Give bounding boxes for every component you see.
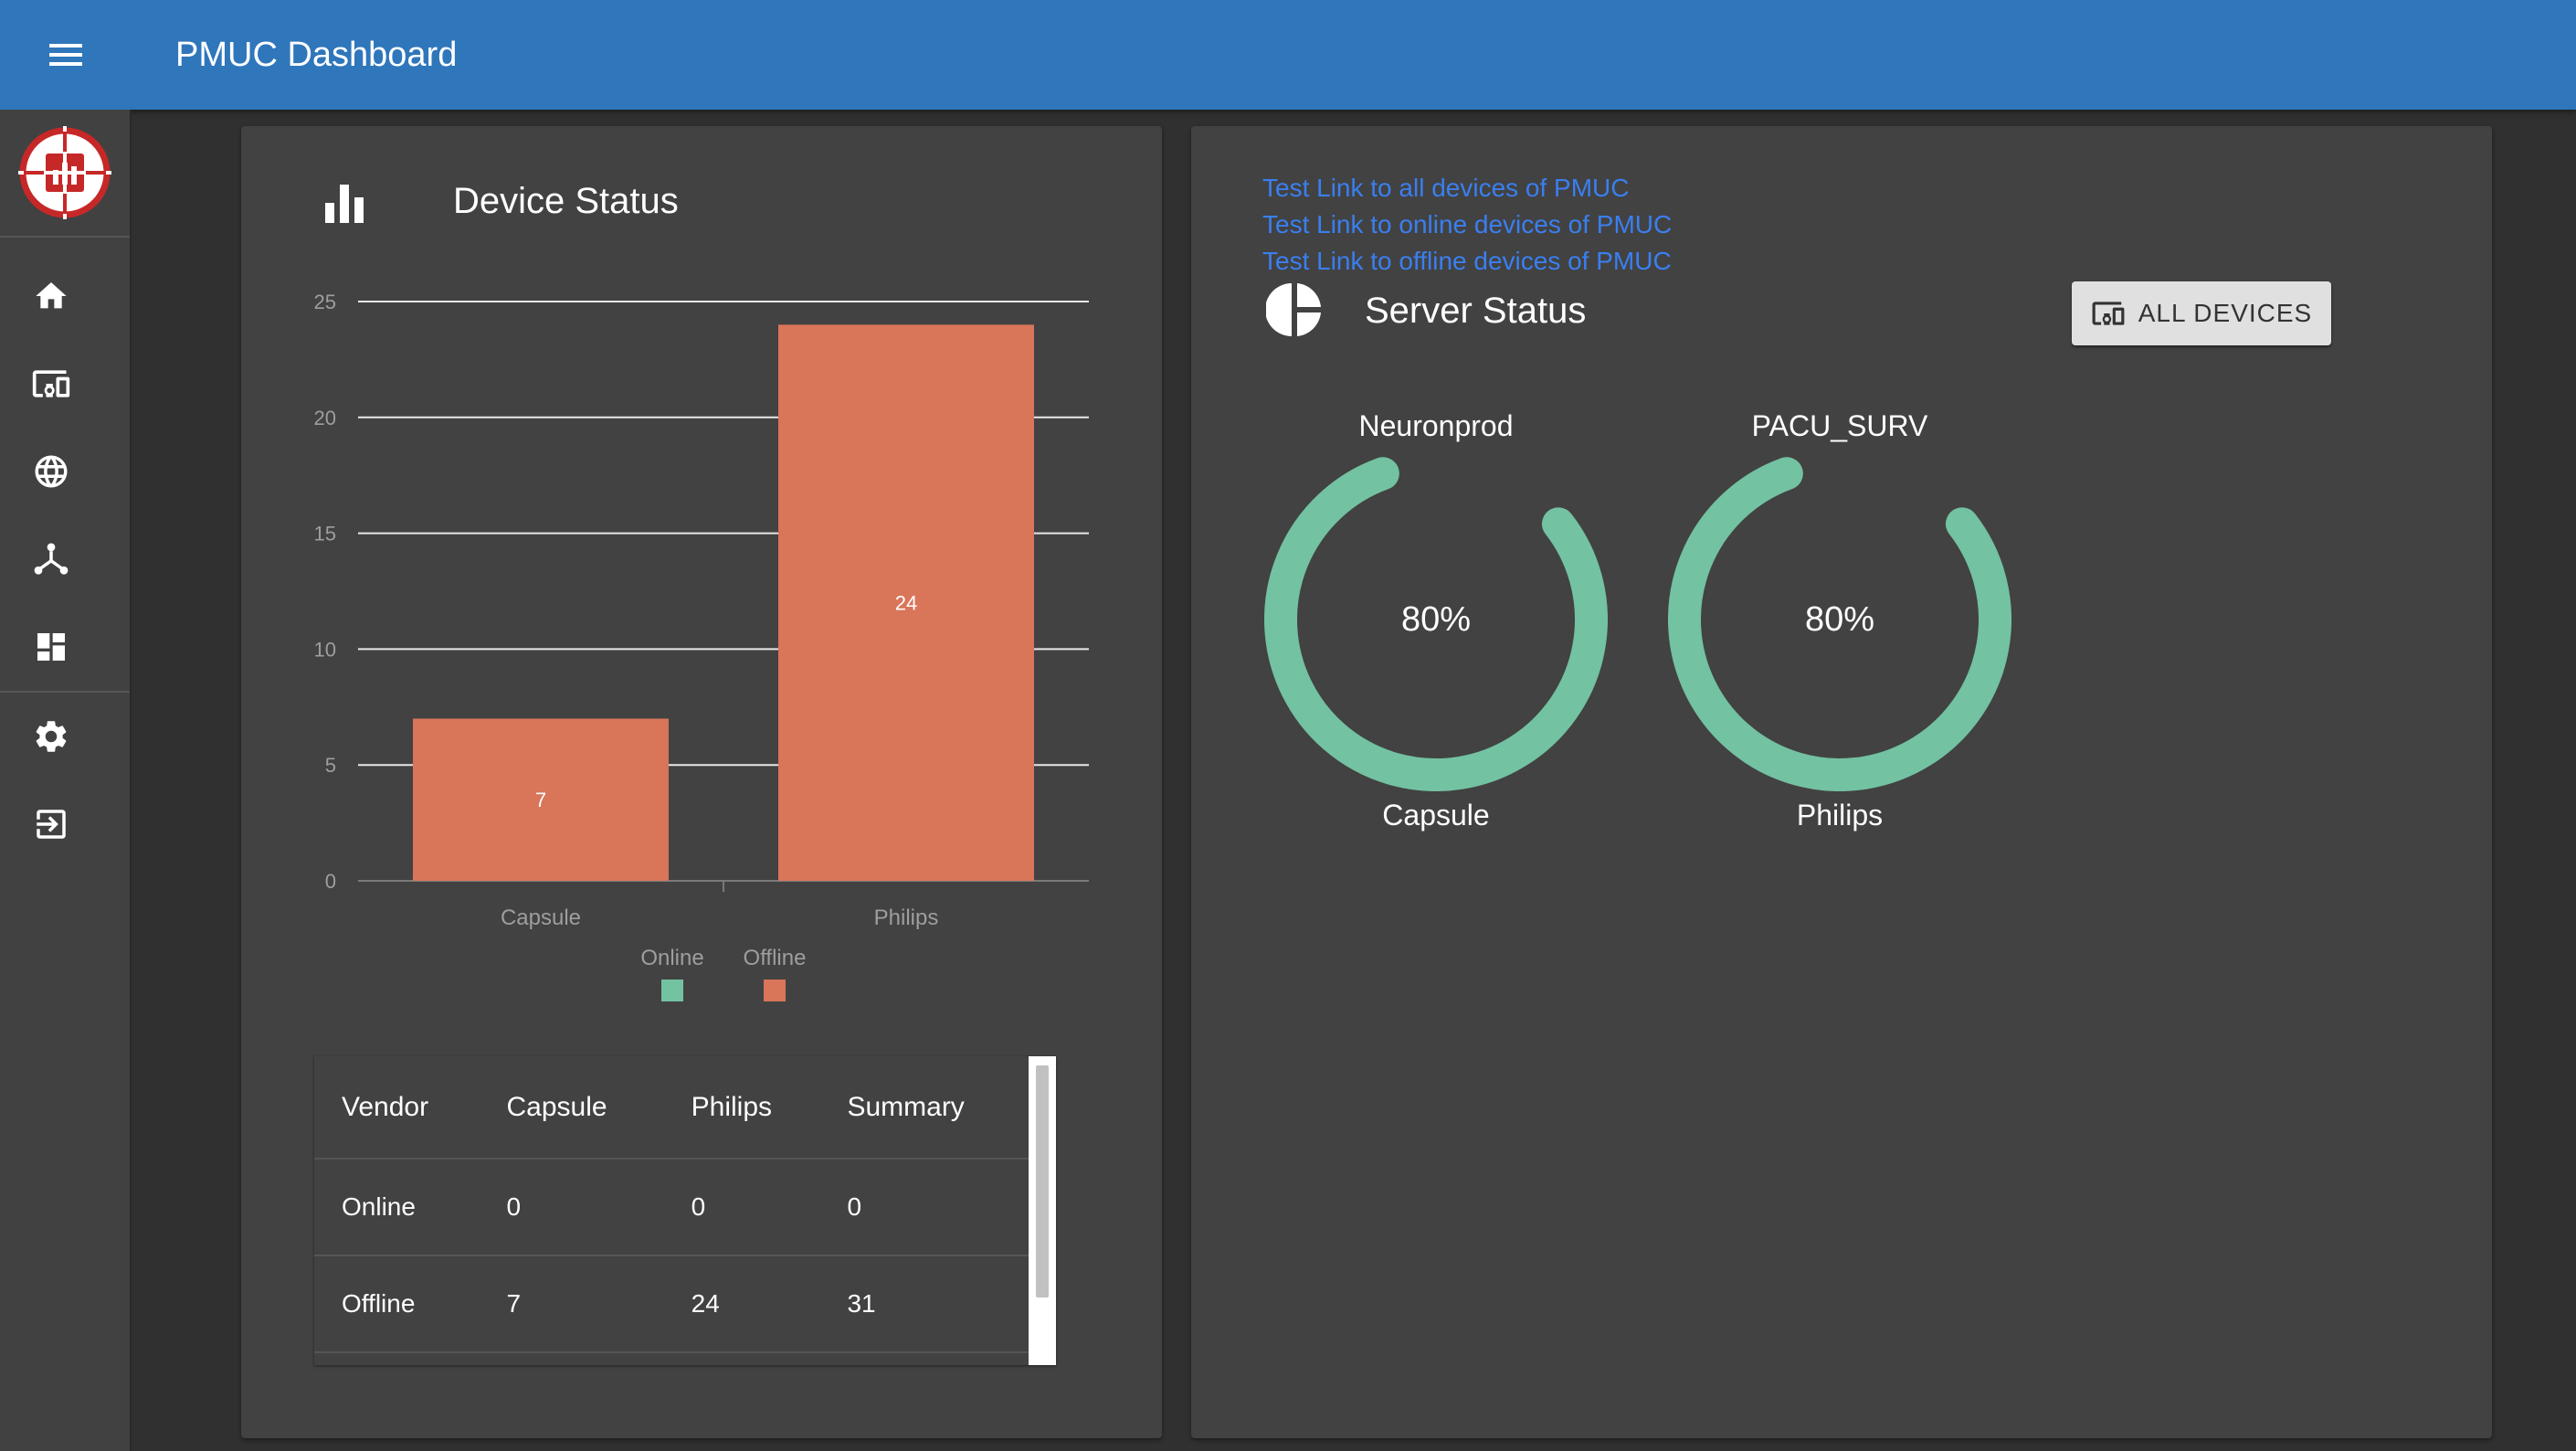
- table-header-summary: Summary: [819, 1056, 1029, 1160]
- legend-swatch-online[interactable]: [661, 980, 683, 1001]
- table-scrollbar-thumb[interactable]: [1036, 1065, 1049, 1297]
- y-tick-label: 10: [314, 638, 336, 661]
- dashboard-icon: [37, 633, 65, 661]
- all-devices-button[interactable]: ALL DEVICES: [2072, 281, 2331, 345]
- y-tick-label: 15: [314, 523, 336, 545]
- y-tick-label: 25: [314, 291, 336, 313]
- table-header-row: Vendor Capsule Philips Summary: [314, 1056, 1029, 1160]
- link-all-devices[interactable]: Test Link to all devices of PMUC: [1262, 170, 1630, 207]
- bar-data-label: 7: [535, 789, 546, 811]
- table-cell: 31: [819, 1255, 1029, 1353]
- table-cell: 24: [663, 1255, 820, 1353]
- hub-icon: [34, 543, 69, 575]
- settings-icon: [36, 721, 67, 752]
- gauge-percent: 80%: [1804, 600, 1875, 639]
- vendor-status-table: Vendor Capsule Philips Summary Online 0 …: [314, 1056, 1056, 1365]
- server-status-title: Server Status: [1365, 291, 1587, 331]
- table-scrollbar[interactable]: [1029, 1056, 1056, 1365]
- sidebar-item-devices[interactable]: [26, 358, 77, 409]
- table-cell: 0: [819, 1159, 1029, 1256]
- table-header-philips: Philips: [663, 1056, 820, 1160]
- device-status-card: Device Status 0 5 10 15 20 25 7 Capsule 24 Philip…: [241, 126, 1162, 1438]
- table-header-capsule: Capsule: [479, 1056, 664, 1160]
- gauge-vendor: Philips: [1796, 799, 1884, 831]
- table-cell: 7: [479, 1255, 664, 1353]
- legend-label: Online: [640, 946, 703, 970]
- sidebar-item-hub[interactable]: [26, 534, 77, 585]
- sidebar-item-globe[interactable]: [26, 446, 77, 497]
- devices-icon: [32, 370, 70, 397]
- x-tick-label: Philips: [874, 906, 939, 930]
- table-cell: 0: [479, 1159, 664, 1256]
- server-status-card: Test Link to all devices of PMUC Test Li…: [1191, 126, 2492, 1438]
- y-tick-label: 5: [325, 754, 336, 777]
- sidebar: [0, 110, 132, 1451]
- table-row: Offline 7 24 31: [314, 1255, 1029, 1353]
- all-devices-button-label: ALL DEVICES: [2138, 299, 2313, 327]
- device-status-chart: 0 5 10 15 20 25 7 Capsule 24 Philips Online Offline: [314, 291, 1089, 1001]
- gauge-server-name: PACU_SURV: [1751, 409, 1928, 442]
- table-cell: Online: [314, 1159, 480, 1256]
- sidebar-item-logout[interactable]: [26, 799, 77, 850]
- devices-icon: [2092, 302, 2125, 325]
- menu-icon: [49, 44, 82, 66]
- gauge-server-name: Neuronprod: [1358, 409, 1514, 442]
- legend-label: Offline: [744, 946, 807, 970]
- sidebar-item-settings[interactable]: [26, 711, 77, 762]
- sidebar-item-dashboard[interactable]: [26, 621, 77, 673]
- bar-data-label: 24: [895, 592, 917, 615]
- app-bar: PMUC Dashboard: [0, 0, 2576, 110]
- y-tick-label: 20: [314, 407, 336, 429]
- sidebar-divider: [0, 691, 130, 693]
- x-tick-label: Capsule: [501, 906, 581, 930]
- link-offline-devices[interactable]: Test Link to offline devices of PMUC: [1262, 243, 1672, 280]
- home-icon: [36, 282, 67, 309]
- logout-icon: [37, 810, 66, 839]
- gauge-vendor: Capsule: [1382, 799, 1490, 831]
- table-cell: 0: [663, 1159, 820, 1256]
- gauge-percent: 80%: [1400, 600, 1472, 639]
- globe-icon: [35, 455, 68, 488]
- legend-swatch-offline[interactable]: [764, 980, 786, 1001]
- table-header-vendor: Vendor: [314, 1056, 480, 1160]
- vendor-status-table-grid: Vendor Capsule Philips Summary Online 0 …: [314, 1056, 1029, 1353]
- pie-chart-icon: [1266, 283, 1321, 336]
- app-title: PMUC Dashboard: [175, 36, 458, 74]
- sidebar-divider: [0, 236, 130, 238]
- menu-button[interactable]: [40, 31, 91, 79]
- table-cell: Offline: [314, 1255, 480, 1353]
- link-online-devices[interactable]: Test Link to online devices of PMUC: [1262, 207, 1672, 243]
- y-tick-label: 0: [325, 870, 336, 893]
- pmuc-logo[interactable]: [18, 126, 111, 219]
- table-row: Online 0 0 0: [314, 1159, 1029, 1256]
- sidebar-item-home[interactable]: [26, 270, 77, 322]
